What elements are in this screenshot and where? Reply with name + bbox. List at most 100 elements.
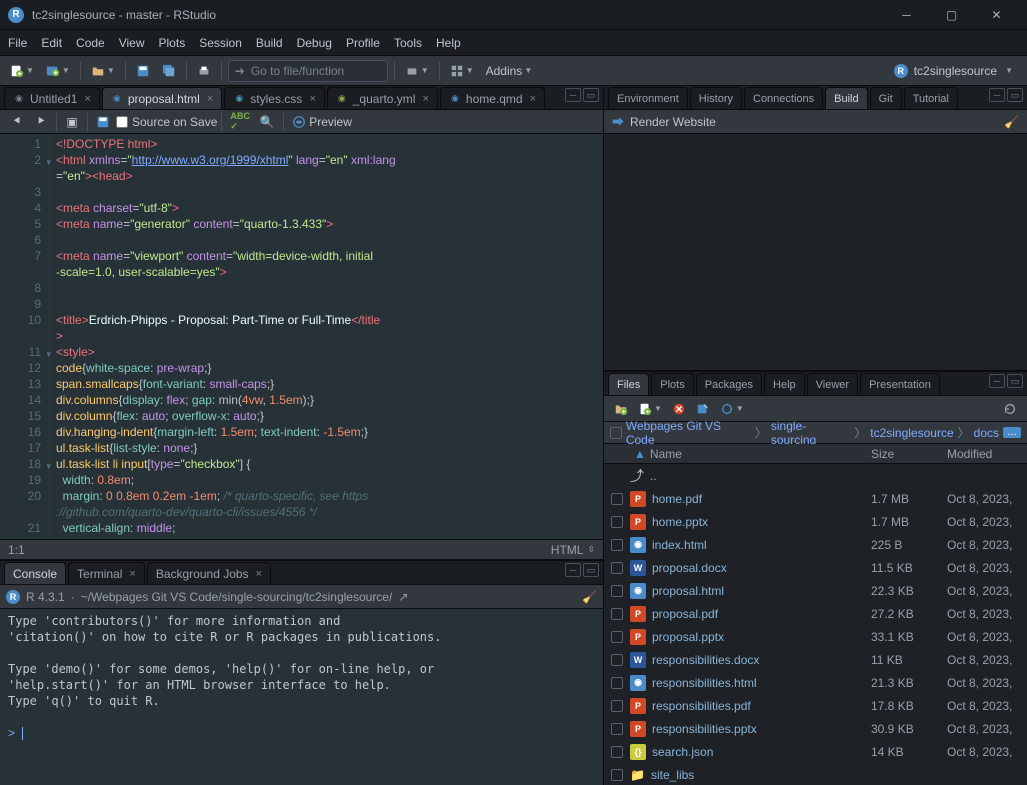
console-tab-background-jobs[interactable]: Background Jobs× xyxy=(147,562,271,584)
menu-code[interactable]: Code xyxy=(76,36,105,50)
file-row[interactable]: 📁site_libs xyxy=(604,763,1027,785)
file-row[interactable]: ◉index.html 225 B Oct 8, 2023, xyxy=(604,533,1027,556)
close-tab-icon[interactable]: × xyxy=(84,93,90,105)
file-checkbox[interactable] xyxy=(611,493,623,505)
file-name[interactable]: Presponsibilities.pptx xyxy=(630,721,871,737)
maximize-pane-button[interactable]: ▭ xyxy=(583,563,599,577)
close-button[interactable]: ✕ xyxy=(974,0,1019,30)
close-tab-icon[interactable]: × xyxy=(129,568,135,580)
minimize-pane-button[interactable]: ─ xyxy=(989,374,1005,388)
tools-button[interactable]: ▼ xyxy=(401,60,433,82)
file-row[interactable]: Phome.pdf 1.7 MB Oct 8, 2023, xyxy=(604,487,1027,510)
file-list[interactable]: ⤴.. Phome.pdf 1.7 MB Oct 8, 2023, Phome.… xyxy=(604,464,1027,785)
breadcrumb-2[interactable]: tc2singlesource xyxy=(870,426,953,440)
file-row[interactable]: Presponsibilities.pdf 17.8 KB Oct 8, 202… xyxy=(604,694,1027,717)
file-name[interactable]: ◉proposal.html xyxy=(630,583,871,599)
env-tab-build[interactable]: Build xyxy=(825,87,867,109)
more-button[interactable]: ▼ xyxy=(716,398,748,420)
rename-button[interactable] xyxy=(692,398,714,420)
spellcheck-button[interactable]: ABC✓ xyxy=(226,111,254,133)
cwd-nav-icon[interactable]: ↗ xyxy=(398,590,408,604)
open-file-button[interactable]: ▼ xyxy=(87,60,119,82)
file-name[interactable]: 📁site_libs xyxy=(630,768,871,782)
minimize-button[interactable]: ─ xyxy=(884,0,929,30)
console-cwd[interactable]: ~/Webpages Git VS Code/single-sourcing/t… xyxy=(81,590,393,604)
editor-tab-0[interactable]: ◉Untitled1× xyxy=(4,87,100,109)
language-selector[interactable]: HTML ⇳ xyxy=(551,543,595,557)
env-tab-environment[interactable]: Environment xyxy=(608,87,688,109)
file-name[interactable]: Phome.pptx xyxy=(630,514,871,530)
file-name[interactable]: Presponsibilities.pdf xyxy=(630,698,871,714)
minimize-pane-button[interactable]: ─ xyxy=(565,563,581,577)
file-row[interactable]: Pproposal.pptx 33.1 KB Oct 8, 2023, xyxy=(604,625,1027,648)
file-name[interactable]: ◉index.html xyxy=(630,537,871,553)
files-tab-packages[interactable]: Packages xyxy=(696,373,762,395)
console-tab-terminal[interactable]: Terminal× xyxy=(68,562,145,584)
file-name[interactable]: ⤴.. xyxy=(630,466,871,486)
menu-file[interactable]: File xyxy=(8,36,27,50)
print-button[interactable] xyxy=(193,60,215,82)
file-row[interactable]: ◉proposal.html 22.3 KB Oct 8, 2023, xyxy=(604,579,1027,602)
env-tab-tutorial[interactable]: Tutorial xyxy=(904,87,958,109)
new-blank-file-button[interactable]: ▼ xyxy=(634,398,666,420)
file-name[interactable]: Pproposal.pptx xyxy=(630,629,871,645)
menu-edit[interactable]: Edit xyxy=(41,36,62,50)
file-row[interactable]: ⤴.. xyxy=(604,464,1027,487)
env-tab-history[interactable]: History xyxy=(690,87,742,109)
editor-tab-2[interactable]: ◉styles.css× xyxy=(224,87,324,109)
forward-button[interactable]: ⯈ xyxy=(30,111,52,133)
close-tab-icon[interactable]: × xyxy=(422,93,428,105)
breadcrumb-0[interactable]: Webpages Git VS Code xyxy=(626,419,751,447)
source-on-save-checkbox[interactable]: Source on Save xyxy=(116,115,217,129)
minimize-pane-button[interactable]: ─ xyxy=(565,88,581,102)
find-button[interactable]: 🔍 xyxy=(256,111,279,133)
file-name[interactable]: Pproposal.pdf xyxy=(630,606,871,622)
refresh-button[interactable] xyxy=(999,398,1021,420)
file-row[interactable]: Wproposal.docx 11.5 KB Oct 8, 2023, xyxy=(604,556,1027,579)
col-name-header[interactable]: ▲Name xyxy=(630,447,871,461)
close-tab-icon[interactable]: × xyxy=(530,93,536,105)
file-checkbox[interactable] xyxy=(611,746,623,758)
menu-debug[interactable]: Debug xyxy=(297,36,332,50)
file-row[interactable]: Wresponsibilities.docx 11 KB Oct 8, 2023… xyxy=(604,648,1027,671)
env-tab-git[interactable]: Git xyxy=(870,87,902,109)
grid-button[interactable]: ▼ xyxy=(446,60,478,82)
file-name[interactable]: ◉responsibilities.html xyxy=(630,675,871,691)
save-all-button[interactable] xyxy=(158,60,180,82)
file-checkbox[interactable] xyxy=(611,769,623,781)
menu-profile[interactable]: Profile xyxy=(346,36,380,50)
file-checkbox[interactable] xyxy=(611,700,623,712)
editor-tab-1[interactable]: ◉proposal.html× xyxy=(102,87,222,109)
file-row[interactable]: Presponsibilities.pptx 30.9 KB Oct 8, 20… xyxy=(604,717,1027,740)
file-checkbox[interactable] xyxy=(611,516,623,528)
maximize-pane-button[interactable]: ▭ xyxy=(583,88,599,102)
breadcrumb-1[interactable]: single-sourcing xyxy=(771,419,850,447)
addins-button[interactable]: Addins▼ xyxy=(482,60,537,82)
file-checkbox[interactable] xyxy=(611,608,623,620)
files-tab-plots[interactable]: Plots xyxy=(651,373,693,395)
file-checkbox[interactable] xyxy=(611,677,623,689)
file-name[interactable]: {}search.json xyxy=(630,744,871,760)
menu-session[interactable]: Session xyxy=(199,36,242,50)
file-checkbox[interactable] xyxy=(611,539,623,551)
menu-tools[interactable]: Tools xyxy=(394,36,422,50)
maximize-button[interactable]: ▢ xyxy=(929,0,974,30)
clear-build-icon[interactable]: 🧹 xyxy=(1004,115,1019,129)
menu-plots[interactable]: Plots xyxy=(159,36,186,50)
close-tab-icon[interactable]: × xyxy=(207,93,213,105)
col-modified-header[interactable]: Modified xyxy=(947,447,1027,461)
file-name[interactable]: Wresponsibilities.docx xyxy=(630,652,871,668)
back-button[interactable]: ⯇ xyxy=(6,111,28,133)
clear-console-icon[interactable]: 🧹 xyxy=(582,590,597,604)
save-file-button[interactable] xyxy=(92,111,114,133)
files-tab-files[interactable]: Files xyxy=(608,373,649,395)
new-folder-button[interactable] xyxy=(610,398,632,420)
path-more-button[interactable]: … xyxy=(1003,427,1021,438)
editor-tab-4[interactable]: ◉home.qmd× xyxy=(440,87,545,109)
maximize-pane-button[interactable]: ▭ xyxy=(1007,374,1023,388)
file-checkbox[interactable] xyxy=(611,562,623,574)
breadcrumb-3[interactable]: docs xyxy=(974,426,999,440)
files-tab-presentation[interactable]: Presentation xyxy=(860,373,940,395)
file-row[interactable]: Phome.pptx 1.7 MB Oct 8, 2023, xyxy=(604,510,1027,533)
console-tab-console[interactable]: Console xyxy=(4,562,66,584)
